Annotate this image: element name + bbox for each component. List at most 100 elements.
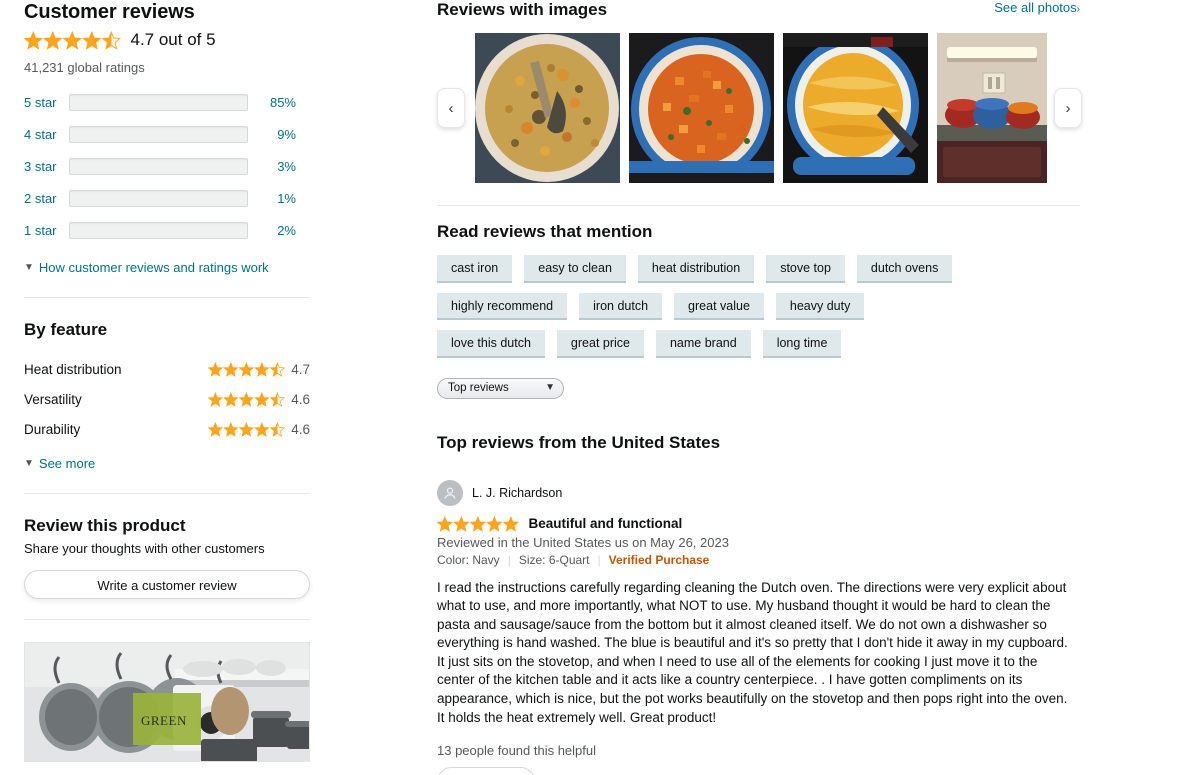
divider [437, 205, 1080, 206]
review-this-product-heading: Review this product [24, 516, 310, 536]
review-variant-meta: Color: Navy | Size: 6-Quart | Verified P… [437, 553, 1080, 567]
avatar [437, 480, 463, 506]
review-star-rating-icon [437, 516, 520, 532]
feature-stars: 4.6 [208, 422, 310, 437]
reviews-sidebar: Customer reviews 4.7 out of 5 41,231 glo… [24, 0, 310, 762]
histogram-bar-track[interactable] [69, 190, 248, 207]
histogram-percent[interactable]: 85% [248, 95, 296, 110]
mention-tag[interactable]: long time [763, 330, 842, 358]
histogram-star-link[interactable]: 3 star [24, 159, 69, 174]
top-reviews-heading: Top reviews from the United States [437, 433, 1080, 453]
meta-separator: | [508, 553, 511, 567]
reviews-with-images-heading: Reviews with images [437, 0, 607, 20]
how-reviews-work-link[interactable]: ▼ How customer reviews and ratings work [24, 260, 310, 275]
sponsored-cookware-image[interactable]: GREEN [24, 642, 310, 762]
meta-separator: | [598, 553, 601, 567]
person-icon [442, 485, 458, 501]
mention-tag[interactable]: name brand [656, 330, 751, 358]
review-images-carousel: ‹ [437, 33, 1080, 183]
reviewer-name: L. J. Richardson [472, 486, 562, 500]
mention-tag[interactable]: iron dutch [579, 293, 662, 321]
feature-star-rating-icon [208, 392, 286, 407]
overall-star-rating-icon [24, 31, 122, 50]
feature-rating-row: Versatility4.6 [24, 384, 310, 414]
mention-tags: cast iron easy to clean heat distribution s… [437, 255, 1080, 358]
feature-score: 4.7 [291, 362, 310, 377]
see-all-photos-link[interactable]: See all photos› [994, 0, 1080, 15]
carousel-prev-button[interactable]: ‹ [437, 88, 465, 128]
divider [24, 619, 310, 620]
svg-text:GREEN: GREEN [141, 713, 187, 728]
rice-dish-photo [475, 33, 620, 183]
review-image-thumbnail[interactable] [937, 33, 1047, 183]
verified-purchase-badge[interactable]: Verified Purchase [609, 553, 710, 567]
histogram-percent[interactable]: 2% [248, 223, 296, 238]
helpful-count: 13 people found this helpful [437, 743, 1080, 758]
histogram-percent[interactable]: 9% [248, 127, 296, 142]
histogram-star-link[interactable]: 1 star [24, 223, 69, 238]
mention-tag[interactable]: easy to clean [524, 255, 626, 283]
feature-name: Durability [24, 422, 208, 437]
write-customer-review-button[interactable]: Write a customer review [24, 570, 310, 599]
carousel-next-button[interactable]: › [1054, 88, 1082, 128]
mention-tag[interactable]: heat distribution [638, 255, 754, 283]
mention-tag[interactable]: love this dutch [437, 330, 545, 358]
mention-tag[interactable]: dutch ovens [857, 255, 952, 283]
review-size: Size: 6-Quart [519, 553, 590, 567]
dutch-ovens-counter-photo [937, 33, 1047, 183]
feature-score: 4.6 [291, 422, 310, 437]
mentions-section: Read reviews that mention cast iron easy … [437, 222, 1080, 358]
histogram-row: 3 star 3% [24, 150, 310, 182]
reviewer-info[interactable]: L. J. Richardson [437, 480, 1080, 506]
mention-tag[interactable]: stove top [766, 255, 845, 283]
histogram-bar-track[interactable] [69, 94, 248, 111]
cookware-photo: GREEN [25, 643, 310, 762]
feature-score: 4.6 [291, 392, 310, 407]
mention-tag[interactable]: heavy duty [776, 293, 864, 321]
review-image-thumbnail[interactable] [475, 33, 620, 183]
mention-tag-row: cast iron easy to clean heat distribution s… [437, 255, 1080, 283]
vegetable-stew-photo [629, 33, 774, 183]
how-reviews-work-label: How customer reviews and ratings work [39, 260, 269, 275]
histogram-row: 1 star 2% [24, 214, 310, 246]
see-more-features-link[interactable]: ▼ See more [24, 456, 310, 471]
feature-stars: 4.6 [208, 392, 310, 407]
histogram-star-link[interactable]: 5 star [24, 95, 69, 110]
reviews-with-images-header: Reviews with images See all photos› [437, 0, 1080, 20]
mention-tag[interactable]: great price [557, 330, 644, 358]
customer-reviews-page: Customer reviews 4.7 out of 5 41,231 glo… [0, 0, 1200, 775]
divider [24, 297, 310, 298]
histogram-bar-track[interactable] [69, 222, 248, 239]
histogram-percent[interactable]: 1% [248, 191, 296, 206]
feature-stars: 4.7 [208, 362, 310, 377]
mention-tag[interactable]: cast iron [437, 255, 512, 283]
histogram-row: 5 star 85% [24, 86, 310, 118]
rating-histogram: 5 star 85% 4 star 9% 3 star 3% 2 star 1% 1 star 2… [24, 86, 310, 246]
histogram-percent[interactable]: 3% [248, 159, 296, 174]
mentions-heading: Read reviews that mention [437, 222, 1080, 242]
sort-control: Top reviewsMost recent ▼ [437, 378, 1080, 399]
chevron-left-icon: ‹ [449, 100, 454, 117]
divider [24, 493, 310, 494]
review-body-text: I read the instructions carefully regard… [437, 579, 1078, 728]
mention-tag[interactable]: highly recommend [437, 293, 567, 321]
see-all-photos-label: See all photos [994, 0, 1076, 15]
helpful-button[interactable] [437, 767, 535, 775]
histogram-bar-track[interactable] [69, 126, 248, 143]
mention-tag-row: love this dutch great price name brand long… [437, 330, 1080, 358]
review-title[interactable]: Beautiful and functional [529, 516, 683, 531]
feature-rating-row: Heat distribution 4.7 [24, 354, 310, 384]
histogram-bar-track[interactable] [69, 158, 248, 175]
histogram-star-link[interactable]: 2 star [24, 191, 69, 206]
feature-ratings-list: Heat distribution 4.7 Versatility4.6 Durabi… [24, 354, 310, 444]
feature-name: Heat distribution [24, 362, 208, 377]
histogram-star-link[interactable]: 4 star [24, 127, 69, 142]
review-image-thumbnail[interactable] [629, 33, 774, 183]
chevron-right-icon: › [1066, 100, 1071, 117]
mention-tag[interactable]: great value [674, 293, 764, 321]
sort-reviews-select[interactable]: Top reviewsMost recent [437, 378, 564, 399]
overall-rating-text: 4.7 out of 5 [131, 30, 216, 50]
review-image-thumbnail[interactable] [783, 33, 928, 183]
review-this-product-subtext: Share your thoughts with other customers [24, 541, 310, 556]
global-ratings-count: 41,231 global ratings [24, 60, 310, 75]
